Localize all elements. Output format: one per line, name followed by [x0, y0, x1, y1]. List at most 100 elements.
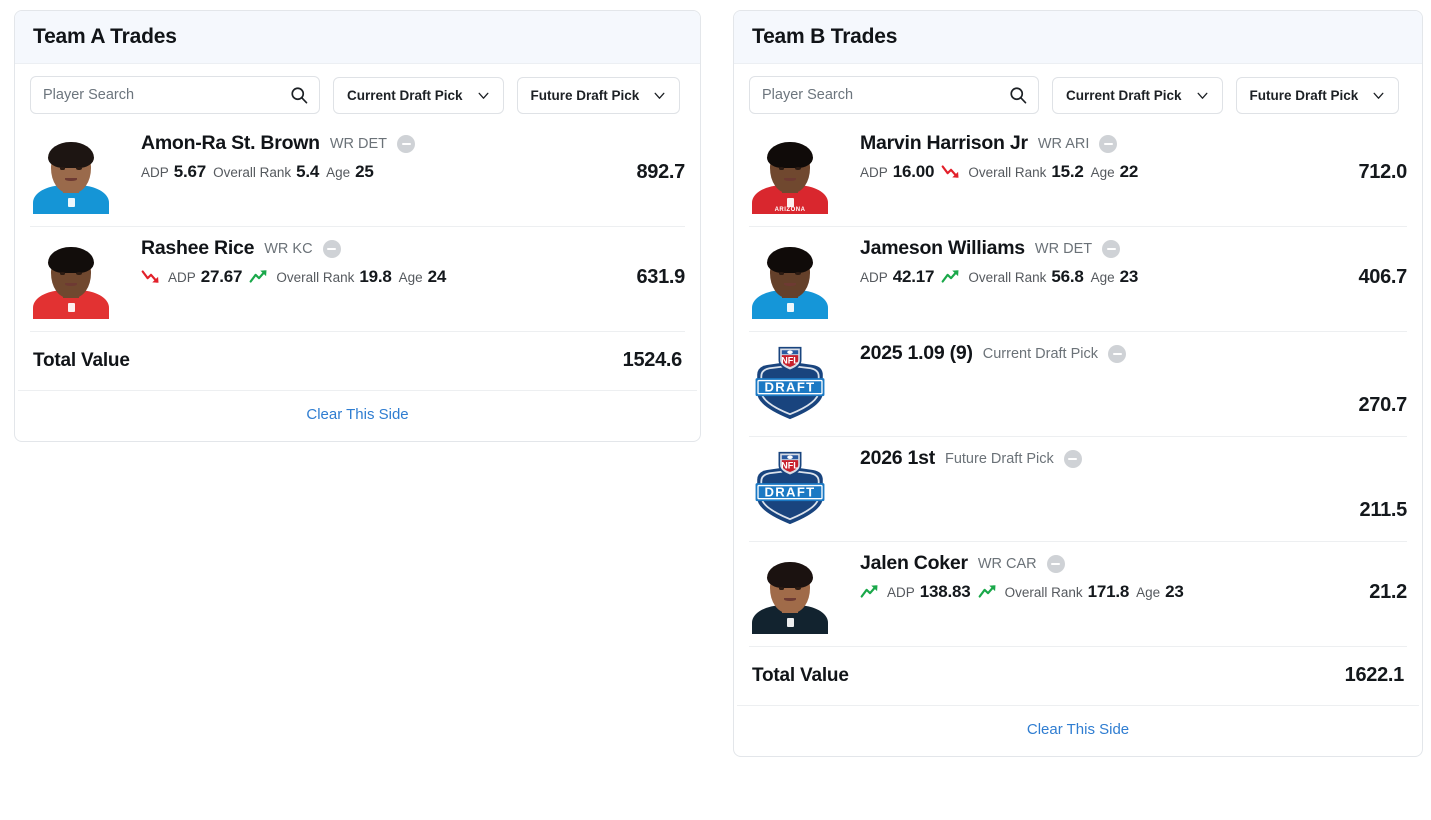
trend-down-icon: [941, 164, 961, 179]
chevron-down-icon: [477, 89, 490, 102]
stat-value: 19.8: [359, 266, 392, 286]
asset-row: ARIZONA Marvin Harrison Jr WR ARI ADP 16.00 O…: [749, 122, 1407, 228]
remove-asset-button[interactable]: [1102, 239, 1121, 258]
remove-asset-button[interactable]: [1046, 554, 1065, 573]
remove-asset-button[interactable]: [322, 239, 341, 258]
search-box[interactable]: [30, 76, 320, 115]
stat-value: 16.00: [892, 161, 935, 181]
dropdown-current-draft-pick[interactable]: Current Draft Pick: [1052, 76, 1223, 114]
asset-name: 2025 1.09 (9): [860, 342, 973, 365]
stat-adp: ADP 27.67: [168, 266, 243, 286]
asset-meta: Current Draft Pick: [982, 345, 1098, 362]
asset-value: 892.7: [636, 161, 685, 184]
stat-value: 5.67: [173, 161, 207, 181]
asset-value: 211.5: [1359, 499, 1408, 522]
stat-value: 171.8: [1087, 581, 1130, 601]
asset-name: Marvin Harrison Jr: [860, 132, 1028, 155]
asset-title-line: Marvin Harrison Jr WR ARI: [860, 134, 1407, 154]
search-icon[interactable]: [1008, 85, 1028, 105]
search-icon[interactable]: [289, 85, 309, 105]
asset-list: Amon-Ra St. Brown WR DET ADP 5.67 Overall Ra…: [15, 122, 700, 333]
panel-controls: Current Draft Pick Future Draft Pick: [15, 64, 700, 122]
minus-icon: [1051, 562, 1061, 565]
panel-controls: Current Draft Pick Future Draft Pick: [734, 64, 1422, 122]
asset-title-line: Jameson Williams WR DET: [860, 239, 1407, 259]
stat-label: Age: [326, 164, 351, 180]
team-b-trade-panel: Team B Trades Current Draft Pick Future Dr…: [733, 10, 1423, 758]
player-headshot-rashee-rice: [30, 237, 112, 320]
dropdown-label: Future Draft Pick: [530, 87, 640, 103]
stat-value: 23: [1119, 266, 1139, 286]
asset-value: 406.7: [1358, 266, 1407, 289]
stat-adp: ADP 5.67: [141, 163, 206, 180]
asset-name: Amon-Ra St. Brown: [141, 132, 320, 155]
stat-label: Overall Rank: [1004, 584, 1083, 600]
stat-value: 5.4: [296, 161, 320, 181]
stat-label: ADP: [887, 584, 915, 600]
stat-adp: ADP 138.83: [887, 583, 971, 600]
stat-adp: ADP 42.17: [860, 268, 935, 285]
asset-stats: ADP 16.00 Overall Rank 15.2 Age 22: [860, 163, 1407, 180]
asset-row: Amon-Ra St. Brown WR DET ADP 5.67 Overall Ra…: [30, 122, 685, 228]
trade-calculator-screen: Team A Trades Current Draft Pick Future Dr…: [0, 0, 1431, 820]
minus-icon: [1112, 352, 1122, 355]
panel-title: Team B Trades: [752, 25, 898, 48]
asset-details: Amon-Ra St. Brown WR DET ADP 5.67 Overall Ra…: [112, 132, 685, 180]
panel-header: Team A Trades: [15, 11, 700, 65]
stat-age: Age 22: [1091, 163, 1139, 180]
stat-value: 24: [427, 266, 447, 286]
asset-details: 2026 1st Future Draft Pick: [831, 447, 1407, 478]
asset-stats: ADP 27.67 Overall Rank 19.8 Age 24: [141, 268, 685, 285]
dropdown-future-draft-pick[interactable]: Future Draft Pick: [516, 76, 681, 114]
search-input[interactable]: [31, 77, 319, 114]
remove-asset-button[interactable]: [397, 134, 416, 153]
nfl-draft-logo-svg: NFL DRAFT: [755, 347, 825, 420]
dropdown-future-draft-pick[interactable]: Future Draft Pick: [1235, 76, 1400, 114]
total-value-amount: 1622.1: [1344, 664, 1405, 687]
team-a-trade-panel: Team A Trades Current Draft Pick Future Dr…: [14, 10, 701, 443]
asset-row: Rashee Rice WR KC ADP 27.67 Overall Rank 19.8…: [30, 227, 685, 333]
remove-asset-button[interactable]: [1099, 134, 1118, 153]
player-headshot-amon-ra-st-brown: [30, 132, 112, 215]
dropdown-label: Current Draft Pick: [347, 87, 463, 103]
asset-details: Jameson Williams WR DET ADP 42.17 Overall Ra…: [831, 237, 1407, 285]
asset-row: NFL DRAFT 2026 1st Future Draft Pick 211.5: [749, 437, 1408, 543]
svg-text:DRAFT: DRAFT: [765, 380, 816, 395]
stat-value: 27.67: [200, 266, 243, 286]
stat-age: Age 23: [1091, 268, 1139, 285]
dropdown-label: Current Draft Pick: [1066, 87, 1182, 103]
svg-text:NFL: NFL: [781, 355, 799, 365]
stat-label: Overall Rank: [213, 164, 292, 180]
clear-this-side-link[interactable]: Clear This Side: [1027, 721, 1129, 738]
remove-asset-button[interactable]: [1108, 344, 1126, 363]
chevron-down-icon: [1372, 89, 1385, 102]
asset-thumbnail: [749, 237, 831, 320]
asset-thumbnail: ARIZONA: [749, 132, 831, 215]
stat-label: Overall Rank: [276, 269, 355, 285]
asset-name: Jameson Williams: [860, 237, 1025, 260]
asset-meta: WR KC: [264, 240, 313, 257]
search-box[interactable]: [749, 76, 1039, 115]
dropdown-current-draft-pick[interactable]: Current Draft Pick: [333, 76, 504, 114]
search-input[interactable]: [750, 77, 1038, 114]
asset-title-line: 2026 1st Future Draft Pick: [860, 449, 1407, 469]
minus-icon: [327, 247, 337, 250]
remove-asset-button[interactable]: [1063, 449, 1082, 468]
asset-title-line: Amon-Ra St. Brown WR DET: [141, 134, 685, 154]
minus-icon: [1103, 142, 1113, 145]
asset-value: 631.9: [636, 266, 685, 289]
asset-thumbnail: [749, 552, 831, 635]
stat-label: Overall Rank: [968, 164, 1047, 180]
chevron-down-icon: [1196, 89, 1209, 102]
asset-value: 270.7: [1358, 394, 1407, 417]
stat-label: ADP: [860, 164, 888, 180]
stat-label: ADP: [168, 269, 196, 285]
asset-thumbnail: NFL DRAFT: [749, 342, 831, 425]
asset-stats: ADP 42.17 Overall Rank 56.8 Age 23: [860, 268, 1407, 285]
stat-value: 138.83: [919, 581, 971, 601]
stat-age: Age 23: [1136, 583, 1184, 600]
asset-details: Jalen Coker WR CAR ADP 138.83 Overall Rank 17…: [831, 552, 1407, 600]
clear-this-side-link[interactable]: Clear This Side: [306, 406, 408, 423]
total-value-label: Total Value: [33, 349, 130, 371]
asset-value: 712.0: [1358, 161, 1407, 184]
